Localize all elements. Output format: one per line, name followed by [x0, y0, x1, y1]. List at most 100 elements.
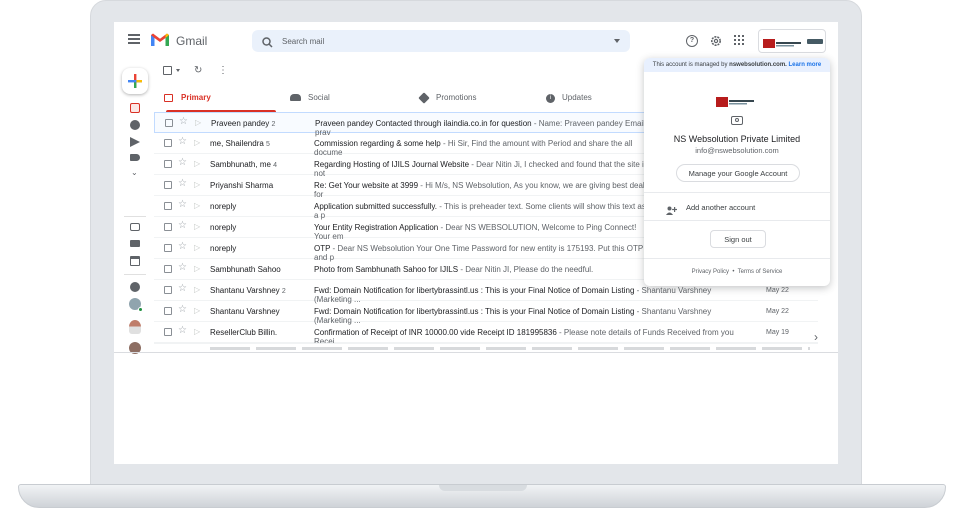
email-row[interactable]: ☆ ▷ ResellerClub Billin. Confirmation of…	[154, 322, 818, 346]
row-checkbox[interactable]	[164, 160, 172, 168]
important-icon[interactable]: ▷	[194, 222, 200, 231]
email-sender: noreply	[210, 223, 237, 232]
popup-footer: Privacy Policy • Terms of Service	[644, 269, 830, 275]
apps-icon[interactable]	[733, 34, 745, 46]
search-icon[interactable]	[262, 35, 273, 53]
star-icon[interactable]: ☆	[178, 136, 187, 147]
more-options-icon[interactable]: ⋮	[218, 65, 228, 76]
compose-icon	[128, 74, 142, 88]
tab-label: Promotions	[436, 93, 477, 102]
row-checkbox[interactable]	[165, 119, 173, 127]
email-sender: Shantanu Varshney 2	[210, 286, 286, 295]
important-icon[interactable]: ▷	[194, 159, 200, 168]
email-sender: Sambhunath, me 4	[210, 160, 278, 169]
star-icon[interactable]: ☆	[178, 178, 187, 189]
tab-promotions[interactable]: Promotions	[416, 86, 536, 112]
row-checkbox[interactable]	[164, 265, 172, 273]
learn-more-link[interactable]: Learn more	[789, 62, 822, 68]
row-checkbox[interactable]	[164, 307, 172, 315]
org-name: NS Websolution Private Limited	[673, 134, 801, 144]
people-icon	[290, 94, 301, 101]
separator: •	[732, 269, 735, 275]
email-date: May 22	[766, 308, 789, 315]
tab-primary[interactable]: Primary	[160, 86, 280, 112]
search-bar[interactable]: Search mail	[252, 30, 630, 52]
important-icon[interactable]: ▷	[194, 327, 200, 336]
row-checkbox[interactable]	[164, 223, 172, 231]
search-input[interactable]: Search mail	[282, 37, 324, 46]
side-panel-toggle-icon[interactable]: ›	[814, 330, 818, 344]
help-icon[interactable]: ?	[686, 35, 698, 47]
email-subject: Photo from Sambhunath Sahoo for IJILS - …	[314, 265, 594, 274]
important-icon[interactable]: ▷	[194, 264, 200, 273]
email-sender: noreply	[210, 244, 237, 253]
star-icon[interactable]: ☆	[178, 220, 187, 231]
star-icon[interactable]: ☆	[178, 241, 187, 252]
tab-social[interactable]: Social	[288, 86, 408, 112]
email-date: May 19	[766, 329, 789, 336]
email-row[interactable]: ☆ ▷ Shantanu Varshney Fwd: Domain Notifi…	[154, 301, 818, 325]
row-checkbox[interactable]	[164, 139, 172, 147]
important-icon[interactable]: ▷	[194, 243, 200, 252]
gmail-logo[interactable]	[150, 32, 170, 47]
laptop-base	[18, 484, 946, 508]
camera-icon[interactable]	[731, 116, 743, 125]
select-all-checkbox[interactable]	[163, 66, 172, 75]
star-icon[interactable]: ☆	[178, 157, 187, 168]
top-bar: Gmail Search mail ?	[114, 22, 838, 60]
star-icon[interactable]: ☆	[178, 199, 187, 210]
add-account-button[interactable]: Add another account	[686, 203, 755, 212]
email-sender: Priyanshi Sharma	[210, 181, 274, 190]
email-sender: noreply	[210, 202, 237, 211]
row-checkbox[interactable]	[164, 328, 172, 336]
dropdown-icon[interactable]	[614, 39, 620, 43]
account-email: info@nswebsolution.com	[695, 146, 779, 155]
email-sender: ResellerClub Billin.	[210, 328, 278, 337]
important-icon[interactable]: ▷	[194, 306, 200, 315]
settings-icon[interactable]	[710, 34, 722, 52]
divider	[644, 258, 830, 259]
row-checkbox[interactable]	[164, 202, 172, 210]
email-sender: Shantanu Varshney	[210, 307, 280, 316]
compose-button[interactable]	[122, 68, 148, 94]
menu-icon[interactable]	[128, 34, 140, 44]
star-icon[interactable]: ☆	[178, 262, 187, 273]
gmail-screen: Gmail Search mail ? ⌄ ↻ ⋮ Primary Social…	[114, 22, 838, 464]
tab-label: Social	[308, 93, 330, 102]
refresh-icon[interactable]: ↻	[194, 65, 202, 76]
important-icon[interactable]: ▷	[194, 285, 200, 294]
email-date: May 22	[766, 287, 789, 294]
laptop-notch	[439, 485, 527, 491]
important-icon[interactable]: ▷	[195, 118, 201, 127]
add-account-icon	[666, 202, 678, 220]
privacy-policy-link[interactable]: Privacy Policy	[692, 269, 729, 275]
org-logo-small	[807, 39, 823, 44]
email-sender: Sambhunath Sahoo	[210, 265, 281, 274]
list-bottom-line	[114, 352, 838, 353]
important-icon[interactable]: ▷	[194, 180, 200, 189]
row-checkbox[interactable]	[164, 244, 172, 252]
list-cutoff-row	[154, 343, 818, 352]
email-sender: Praveen pandey 2	[211, 119, 276, 128]
important-icon[interactable]: ▷	[194, 201, 200, 210]
manage-account-button[interactable]: Manage your Google Account	[676, 164, 800, 182]
star-icon[interactable]: ☆	[178, 304, 187, 315]
star-icon[interactable]: ☆	[178, 325, 187, 336]
important-icon[interactable]: ▷	[194, 138, 200, 147]
select-dropdown-icon[interactable]	[176, 69, 180, 72]
row-checkbox[interactable]	[164, 286, 172, 294]
email-sender: me, Shailendra 5	[210, 139, 270, 148]
sign-out-button[interactable]: Sign out	[710, 230, 766, 248]
account-switcher[interactable]	[758, 29, 826, 53]
inbox-tab-icon	[164, 94, 173, 102]
star-icon[interactable]: ☆	[178, 283, 187, 294]
star-icon[interactable]: ☆	[179, 116, 188, 127]
managed-banner: This account is managed by nswebsolution…	[644, 58, 830, 72]
terms-link[interactable]: Terms of Service	[738, 269, 783, 275]
info-icon: i	[546, 94, 555, 103]
row-checkbox[interactable]	[164, 181, 172, 189]
account-popup: This account is managed by nswebsolution…	[644, 58, 830, 286]
divider	[644, 192, 830, 193]
org-logo	[763, 36, 801, 48]
org-avatar	[714, 94, 760, 110]
